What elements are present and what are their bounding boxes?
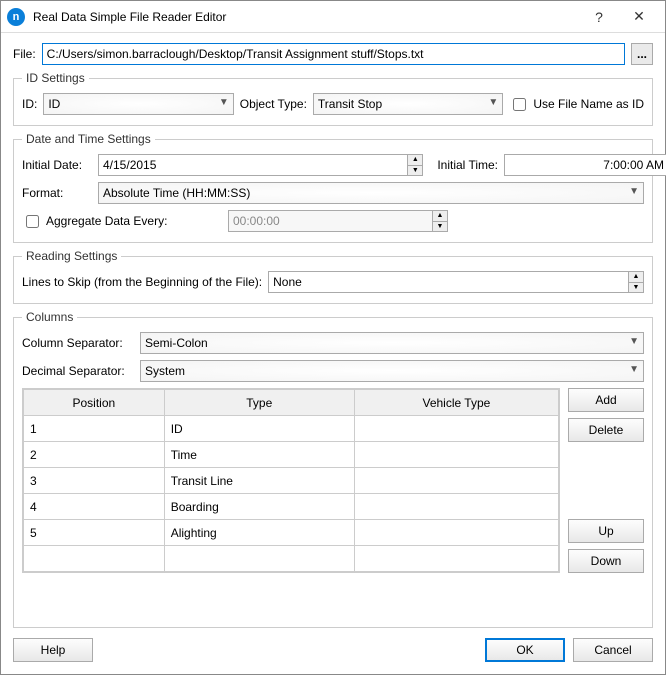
cell-vehicle[interactable] (354, 416, 558, 442)
format-value: Absolute Time (HH:MM:SS) (103, 186, 250, 200)
cell-position[interactable]: 3 (24, 468, 165, 494)
ok-button[interactable]: OK (485, 638, 565, 662)
window-title: Real Data Simple File Reader Editor (33, 10, 579, 24)
initial-time-label: Initial Time: (437, 158, 498, 172)
header-position[interactable]: Position (24, 390, 165, 416)
id-label: ID: (22, 97, 37, 111)
datetime-settings-group: Date and Time Settings Initial Date: ▲▼ … (13, 132, 653, 243)
chevron-down-icon: ▼ (629, 364, 639, 375)
chevron-down-icon: ▼ (488, 97, 498, 108)
cell-type[interactable]: Boarding (164, 494, 354, 520)
down-button[interactable]: Down (568, 549, 644, 573)
cell-vehicle[interactable] (354, 468, 558, 494)
reading-settings-group: Reading Settings Lines to Skip (from the… (13, 249, 653, 304)
browse-button[interactable]: ... (631, 43, 653, 65)
columns-legend: Columns (22, 310, 77, 324)
object-type-label: Object Type: (240, 97, 307, 111)
cell-vehicle[interactable] (354, 442, 558, 468)
help-button[interactable]: Help (13, 638, 93, 662)
initial-date-label: Initial Date: (22, 158, 92, 172)
initial-date-input[interactable] (98, 154, 407, 176)
lines-skip-label: Lines to Skip (from the Beginning of the… (22, 275, 262, 289)
use-filename-check-input[interactable] (513, 98, 526, 111)
id-settings-group: ID Settings ID: ID ▼ Object Type: Transi… (13, 71, 653, 126)
column-separator-value: Semi-Colon (145, 336, 208, 350)
cancel-button[interactable]: Cancel (573, 638, 653, 662)
add-button[interactable]: Add (568, 388, 644, 412)
help-icon[interactable]: ? (579, 1, 619, 33)
cell-position[interactable]: 1 (24, 416, 165, 442)
cell-position[interactable]: 2 (24, 442, 165, 468)
chevron-down-icon: ▼ (629, 336, 639, 347)
use-filename-checkbox[interactable]: Use File Name as ID (509, 95, 644, 114)
datetime-legend: Date and Time Settings (22, 132, 155, 146)
aggregate-spinner: ▲▼ (432, 210, 448, 232)
cell-type[interactable]: Transit Line (164, 468, 354, 494)
cell-vehicle[interactable] (354, 520, 558, 546)
aggregate-check-input[interactable] (26, 215, 39, 228)
aggregate-input (228, 210, 432, 232)
titlebar: n Real Data Simple File Reader Editor ? … (1, 1, 665, 33)
chevron-down-icon: ▼ (629, 186, 639, 197)
lines-skip-input[interactable] (268, 271, 628, 293)
id-settings-legend: ID Settings (22, 71, 89, 85)
header-vehicle[interactable]: Vehicle Type (354, 390, 558, 416)
column-separator-select[interactable]: Semi-Colon ▼ (140, 332, 644, 354)
aggregate-checkbox[interactable]: Aggregate Data Every: (22, 212, 222, 231)
column-separator-label: Column Separator: (22, 336, 134, 350)
cell-position[interactable]: 5 (24, 520, 165, 546)
columns-table[interactable]: Position Type Vehicle Type 1 ID (22, 388, 560, 573)
id-select-value: ID (48, 97, 60, 111)
table-row[interactable]: 1 ID (24, 416, 559, 442)
cell-type[interactable]: Time (164, 442, 354, 468)
delete-button[interactable]: Delete (568, 418, 644, 442)
table-row-empty[interactable] (24, 546, 559, 572)
close-icon[interactable]: ✕ (619, 1, 659, 33)
format-select[interactable]: Absolute Time (HH:MM:SS) ▼ (98, 182, 644, 204)
decimal-separator-select[interactable]: System ▼ (140, 360, 644, 382)
header-type[interactable]: Type (164, 390, 354, 416)
table-row[interactable]: 3 Transit Line (24, 468, 559, 494)
dialog-window: n Real Data Simple File Reader Editor ? … (0, 0, 666, 675)
columns-group: Columns Column Separator: Semi-Colon ▼ D… (13, 310, 653, 628)
date-spinner[interactable]: ▲▼ (407, 154, 423, 176)
object-type-value: Transit Stop (318, 97, 382, 111)
up-button[interactable]: Up (568, 519, 644, 543)
use-filename-label: Use File Name as ID (533, 97, 644, 111)
decimal-separator-value: System (145, 364, 185, 378)
file-path-input[interactable] (42, 43, 625, 65)
id-select[interactable]: ID ▼ (43, 93, 233, 115)
cell-vehicle[interactable] (354, 494, 558, 520)
aggregate-label: Aggregate Data Every: (46, 214, 167, 228)
table-row[interactable]: 2 Time (24, 442, 559, 468)
cell-type[interactable]: Alighting (164, 520, 354, 546)
file-label: File: (13, 47, 36, 61)
format-label: Format: (22, 186, 92, 200)
decimal-separator-label: Decimal Separator: (22, 364, 134, 378)
chevron-down-icon: ▼ (219, 97, 229, 108)
app-icon: n (7, 8, 25, 26)
table-row[interactable]: 4 Boarding (24, 494, 559, 520)
cell-type[interactable]: ID (164, 416, 354, 442)
reading-legend: Reading Settings (22, 249, 121, 263)
cell-position[interactable]: 4 (24, 494, 165, 520)
initial-time-input[interactable] (504, 154, 666, 176)
table-row[interactable]: 5 Alighting (24, 520, 559, 546)
object-type-select[interactable]: Transit Stop ▼ (313, 93, 503, 115)
lines-skip-spinner[interactable]: ▲▼ (628, 271, 644, 293)
